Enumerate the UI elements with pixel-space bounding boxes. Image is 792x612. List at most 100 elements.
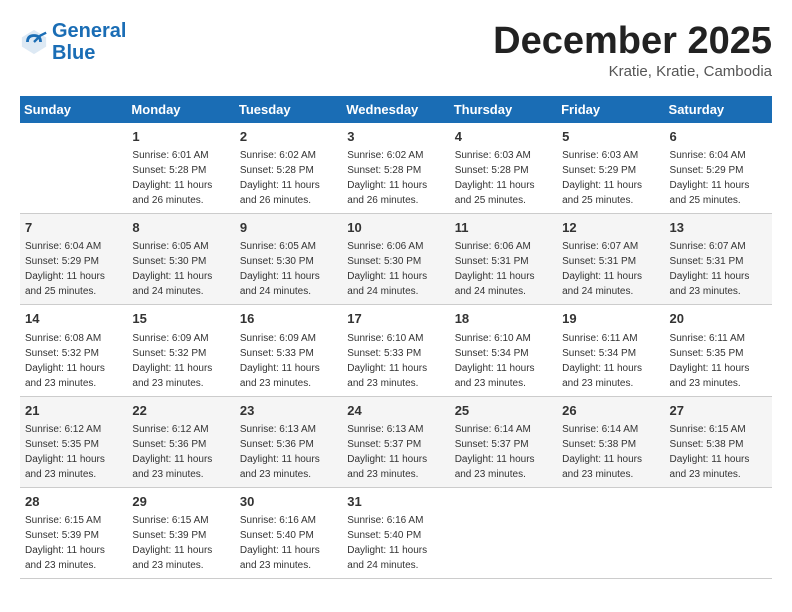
calendar-cell: 20Sunrise: 6:11 AM Sunset: 5:35 PM Dayli… <box>665 305 772 396</box>
day-info: Sunrise: 6:14 AM Sunset: 5:37 PM Dayligh… <box>455 424 535 480</box>
calendar-cell: 15Sunrise: 6:09 AM Sunset: 5:32 PM Dayli… <box>127 305 234 396</box>
logo-text-blue: Blue <box>52 42 126 64</box>
day-info: Sunrise: 6:15 AM Sunset: 5:39 PM Dayligh… <box>132 515 212 571</box>
day-number: 21 <box>25 402 122 420</box>
day-info: Sunrise: 6:05 AM Sunset: 5:30 PM Dayligh… <box>240 241 320 297</box>
calendar-cell: 26Sunrise: 6:14 AM Sunset: 5:38 PM Dayli… <box>557 396 664 487</box>
day-number: 11 <box>455 219 552 237</box>
calendar-cell: 23 Sunrise: 6:13 AM Sunset: 5:36 PM Dayli… <box>235 396 342 487</box>
day-number: 8 <box>132 219 229 237</box>
logo-text-general: General <box>52 20 126 42</box>
calendar-cell: 5 Sunrise: 6:03 AM Sunset: 5:29 PM Daylig… <box>557 123 664 214</box>
day-info: Sunrise: 6:11 AM Sunset: 5:34 PM Dayligh… <box>562 333 642 389</box>
day-number: 31 <box>347 493 444 511</box>
calendar-week-row: 28 Sunrise: 6:15 AM Sunset: 5:39 PM Dayli… <box>20 487 772 578</box>
day-info: Sunrise: 6:12 AM Sunset: 5:35 PM Dayligh… <box>25 424 105 480</box>
day-number: 7 <box>25 219 122 237</box>
day-info: Sunrise: 6:10 AM Sunset: 5:34 PM Dayligh… <box>455 333 535 389</box>
logo: General Blue <box>20 20 126 64</box>
calendar-cell <box>557 487 664 578</box>
calendar-table: SundayMondayTuesdayWednesdayThursdayFrid… <box>20 96 772 579</box>
day-info: Sunrise: 6:05 AM Sunset: 5:30 PM Dayligh… <box>132 241 212 297</box>
calendar-header-row: SundayMondayTuesdayWednesdayThursdayFrid… <box>20 96 772 123</box>
day-info: Sunrise: 6:02 AM Sunset: 5:28 PM Dayligh… <box>240 150 320 206</box>
day-number: 4 <box>455 128 552 146</box>
day-info: Sunrise: 6:04 AM Sunset: 5:29 PM Dayligh… <box>670 150 750 206</box>
day-info: Sunrise: 6:16 AM Sunset: 5:40 PM Dayligh… <box>240 515 320 571</box>
weekday-header-tuesday: Tuesday <box>235 96 342 123</box>
calendar-week-row: 21 Sunrise: 6:12 AM Sunset: 5:35 PM Dayli… <box>20 396 772 487</box>
day-number: 18 <box>455 310 552 328</box>
day-number: 16 <box>240 310 337 328</box>
calendar-cell: 3Sunrise: 6:02 AM Sunset: 5:28 PM Daylig… <box>342 123 449 214</box>
weekday-header-sunday: Sunday <box>20 96 127 123</box>
day-number: 13 <box>670 219 767 237</box>
day-number: 1 <box>132 128 229 146</box>
day-number: 15 <box>132 310 229 328</box>
day-number: 12 <box>562 219 659 237</box>
calendar-cell: 2 Sunrise: 6:02 AM Sunset: 5:28 PM Daylig… <box>235 123 342 214</box>
calendar-cell: 17 Sunrise: 6:10 AM Sunset: 5:33 PM Dayli… <box>342 305 449 396</box>
calendar-week-row: 14 Sunrise: 6:08 AM Sunset: 5:32 PM Dayli… <box>20 305 772 396</box>
day-info: Sunrise: 6:16 AM Sunset: 5:40 PM Dayligh… <box>347 515 427 571</box>
calendar-cell: 24Sunrise: 6:13 AM Sunset: 5:37 PM Dayli… <box>342 396 449 487</box>
calendar-cell: 1 Sunrise: 6:01 AM Sunset: 5:28 PM Daylig… <box>127 123 234 214</box>
day-info: Sunrise: 6:03 AM Sunset: 5:29 PM Dayligh… <box>562 150 642 206</box>
title-block: December 2025 Kratie, Kratie, Cambodia <box>493 20 772 80</box>
day-info: Sunrise: 6:06 AM Sunset: 5:31 PM Dayligh… <box>455 241 535 297</box>
weekday-header-monday: Monday <box>127 96 234 123</box>
day-number: 5 <box>562 128 659 146</box>
day-number: 29 <box>132 493 229 511</box>
calendar-cell: 8 Sunrise: 6:05 AM Sunset: 5:30 PM Daylig… <box>127 214 234 305</box>
day-info: Sunrise: 6:06 AM Sunset: 5:30 PM Dayligh… <box>347 241 427 297</box>
calendar-cell: 30Sunrise: 6:16 AM Sunset: 5:40 PM Dayli… <box>235 487 342 578</box>
day-info: Sunrise: 6:02 AM Sunset: 5:28 PM Dayligh… <box>347 150 427 206</box>
day-info: Sunrise: 6:07 AM Sunset: 5:31 PM Dayligh… <box>670 241 750 297</box>
day-number: 9 <box>240 219 337 237</box>
calendar-cell <box>450 487 557 578</box>
day-info: Sunrise: 6:04 AM Sunset: 5:29 PM Dayligh… <box>25 241 105 297</box>
day-info: Sunrise: 6:09 AM Sunset: 5:33 PM Dayligh… <box>240 333 320 389</box>
day-number: 26 <box>562 402 659 420</box>
day-number: 25 <box>455 402 552 420</box>
day-info: Sunrise: 6:12 AM Sunset: 5:36 PM Dayligh… <box>132 424 212 480</box>
day-number: 22 <box>132 402 229 420</box>
calendar-cell: 25 Sunrise: 6:14 AM Sunset: 5:37 PM Dayli… <box>450 396 557 487</box>
calendar-cell <box>20 123 127 214</box>
calendar-cell: 22 Sunrise: 6:12 AM Sunset: 5:36 PM Dayli… <box>127 396 234 487</box>
calendar-cell: 12Sunrise: 6:07 AM Sunset: 5:31 PM Dayli… <box>557 214 664 305</box>
calendar-cell: 28 Sunrise: 6:15 AM Sunset: 5:39 PM Dayli… <box>20 487 127 578</box>
calendar-cell: 27 Sunrise: 6:15 AM Sunset: 5:38 PM Dayli… <box>665 396 772 487</box>
calendar-cell: 7 Sunrise: 6:04 AM Sunset: 5:29 PM Daylig… <box>20 214 127 305</box>
day-info: Sunrise: 6:01 AM Sunset: 5:28 PM Dayligh… <box>132 150 212 206</box>
day-number: 28 <box>25 493 122 511</box>
day-number: 14 <box>25 310 122 328</box>
calendar-cell: 10 Sunrise: 6:06 AM Sunset: 5:30 PM Dayli… <box>342 214 449 305</box>
day-number: 2 <box>240 128 337 146</box>
day-number: 24 <box>347 402 444 420</box>
calendar-cell: 11 Sunrise: 6:06 AM Sunset: 5:31 PM Dayli… <box>450 214 557 305</box>
calendar-cell: 14 Sunrise: 6:08 AM Sunset: 5:32 PM Dayli… <box>20 305 127 396</box>
calendar-cell: 19 Sunrise: 6:11 AM Sunset: 5:34 PM Dayli… <box>557 305 664 396</box>
calendar-week-row: 7 Sunrise: 6:04 AM Sunset: 5:29 PM Daylig… <box>20 214 772 305</box>
day-number: 23 <box>240 402 337 420</box>
weekday-header-friday: Friday <box>557 96 664 123</box>
day-info: Sunrise: 6:10 AM Sunset: 5:33 PM Dayligh… <box>347 333 427 389</box>
calendar-cell: 6 Sunrise: 6:04 AM Sunset: 5:29 PM Daylig… <box>665 123 772 214</box>
day-number: 17 <box>347 310 444 328</box>
day-number: 10 <box>347 219 444 237</box>
logo-icon <box>20 28 48 56</box>
day-info: Sunrise: 6:13 AM Sunset: 5:36 PM Dayligh… <box>240 424 320 480</box>
day-info: Sunrise: 6:08 AM Sunset: 5:32 PM Dayligh… <box>25 333 105 389</box>
day-number: 19 <box>562 310 659 328</box>
page-header: General Blue December 2025 Kratie, Krati… <box>20 20 772 80</box>
calendar-cell: 18 Sunrise: 6:10 AM Sunset: 5:34 PM Dayli… <box>450 305 557 396</box>
day-info: Sunrise: 6:11 AM Sunset: 5:35 PM Dayligh… <box>670 333 750 389</box>
day-info: Sunrise: 6:15 AM Sunset: 5:38 PM Dayligh… <box>670 424 750 480</box>
calendar-cell: 13 Sunrise: 6:07 AM Sunset: 5:31 PM Dayli… <box>665 214 772 305</box>
day-info: Sunrise: 6:03 AM Sunset: 5:28 PM Dayligh… <box>455 150 535 206</box>
day-info: Sunrise: 6:15 AM Sunset: 5:39 PM Dayligh… <box>25 515 105 571</box>
month-title: December 2025 <box>493 20 772 63</box>
day-number: 6 <box>670 128 767 146</box>
day-number: 27 <box>670 402 767 420</box>
